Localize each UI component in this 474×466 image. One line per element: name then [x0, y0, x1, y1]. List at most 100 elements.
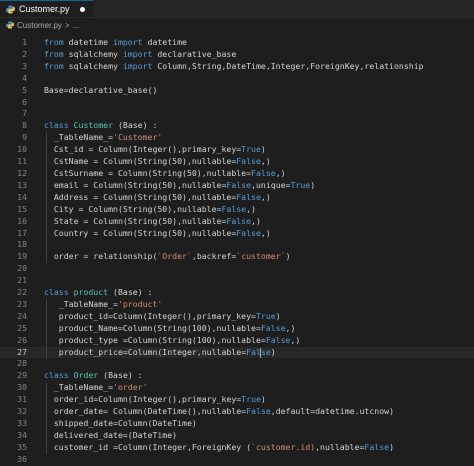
code-line[interactable]: 32 order_date= Column(DateTime(),nullabl…	[0, 406, 474, 418]
line-number: 10	[17, 144, 27, 155]
code-line[interactable]: 18	[0, 239, 474, 251]
line-number: 18	[17, 239, 27, 250]
code-line[interactable]: 20	[0, 263, 474, 275]
keyword-token: from	[44, 37, 64, 47]
line-number: 15	[17, 203, 27, 214]
line-number: 25	[17, 322, 27, 333]
code-line[interactable]: 2 from sqlalchemy import declarative_base	[0, 49, 474, 61]
keyword-token: from	[44, 48, 64, 59]
class-name-token: Order	[73, 370, 99, 381]
code-line[interactable]: 24 product_id=Column(Integer(),primary_k…	[0, 311, 474, 323]
code-line[interactable]: 30 _TableName_='order'	[0, 382, 474, 394]
line-number: 13	[17, 179, 27, 190]
line-number: 27	[17, 346, 27, 357]
code-token: ,default=datetime.utcnow)	[270, 406, 394, 417]
code-line[interactable]: 7	[0, 108, 474, 120]
code-text: product_price=Column(Integer,nullable= Fa…	[44, 347, 276, 359]
string-token: 'order'	[113, 382, 148, 393]
keyword-token: False	[236, 156, 261, 167]
code-line[interactable]: 25 product_Name=Column(String(100),nulla…	[0, 323, 474, 335]
code-line[interactable]: 21	[0, 275, 474, 287]
tab-customer-py[interactable]: Customer.py	[0, 0, 93, 17]
code-token: (Base) :	[98, 370, 143, 381]
line-number: 12	[17, 167, 27, 178]
code-line[interactable]: 36	[0, 454, 474, 466]
code-token: ,)	[246, 203, 256, 214]
keyword-token: from	[44, 60, 64, 71]
code-line[interactable]: 16 State = Column(String(50),nullable= Fa…	[0, 216, 474, 228]
code-text: class product (Base) :	[44, 287, 152, 299]
line-number: 30	[17, 382, 27, 393]
code-line[interactable]: 35 customer_id =Column(Integer,ForeignKe…	[0, 442, 474, 454]
breadcrumb-more[interactable]: ...	[73, 21, 80, 30]
code-line[interactable]: 9 _TableName_= 'Customer'	[0, 132, 474, 144]
line-number: 32	[17, 406, 27, 417]
code-line[interactable]: 27 product_price=Column(Integer,nullable…	[0, 346, 474, 359]
code-line[interactable]: 1 from datetime import datetime	[0, 37, 474, 49]
code-text: class Customer (Base) :	[44, 120, 157, 132]
tab-bar: Customer.py	[0, 0, 474, 18]
code-text: from sqlalchemy import declarative_base	[44, 49, 236, 61]
breadcrumb-separator: >	[64, 20, 70, 30]
code-line[interactable]: 5 Base=declarative_base()	[0, 85, 474, 97]
line-number: 19	[17, 251, 27, 262]
code-line[interactable]: 8 class Customer (Base) :	[0, 120, 474, 132]
keyword-token: import	[113, 37, 143, 47]
line-number: 34	[17, 429, 27, 440]
code-text: order_date= Column(DateTime(),nullable= F…	[44, 406, 394, 418]
code-text: _TableName_='order'	[44, 382, 148, 394]
code-token: )	[285, 251, 291, 262]
line-number: 1	[22, 37, 27, 47]
code-text: product_type =Column(String(100),nullabl…	[44, 334, 301, 347]
code-token: product_Name=Column(String(100),nullable…	[44, 322, 261, 333]
code-line[interactable]: 28	[0, 358, 474, 370]
code-line[interactable]: 31 order_id=Column(Integer(),primary_key…	[0, 394, 474, 406]
code-text: shipped_date=Column(DateTime)	[44, 418, 197, 430]
line-number: 8	[22, 120, 27, 131]
keyword-token: False	[364, 441, 390, 452]
code-line[interactable]: 34 delivered_date=(DateTime)	[0, 430, 474, 442]
code-line[interactable]: 11 CstName = Column(String(50),nullable=…	[0, 156, 474, 168]
indent-guide	[46, 382, 47, 455]
code-token: product_type =Column(String(100),nullabl…	[44, 334, 266, 345]
code-line[interactable]: 23 _TableName_='product'	[0, 299, 474, 311]
indent-guide	[46, 299, 47, 359]
code-line[interactable]: 3 from sqlalchemy import Column,String,Da…	[0, 61, 474, 73]
code-editor[interactable]: 1 from datetime import datetime 2 from sqla…	[0, 32, 474, 466]
code-line[interactable]: 6	[0, 97, 474, 109]
line-number: 24	[17, 310, 27, 321]
breadcrumb-file[interactable]: Customer.py	[17, 21, 62, 30]
code-line[interactable]: 19 order = relationship(`Order` ,backref=…	[0, 251, 474, 263]
indent-guide	[46, 132, 47, 264]
code-line[interactable]: 15 City = Column(String(50),nullable= Fal…	[0, 204, 474, 216]
code-token: _TableName_=	[44, 382, 114, 393]
code-line[interactable]: 26 product_type =Column(String(100),null…	[0, 335, 474, 347]
unsaved-dot-icon[interactable]	[79, 6, 85, 12]
code-line[interactable]: 17 Country = Column(String(50),nullable=…	[0, 228, 474, 240]
code-token: product_id=Column(Integer(),primary_key=	[44, 310, 256, 321]
string-token: `customer`	[236, 251, 286, 262]
code-text: delivered_date=(DateTime)	[44, 430, 177, 442]
text-cursor	[260, 347, 261, 358]
line-number: 17	[17, 227, 27, 238]
line-number: 11	[17, 156, 27, 167]
code-line[interactable]: 33 shipped_date=Column(DateTime)	[0, 418, 474, 430]
line-number: 20	[17, 263, 27, 274]
line-number: 3	[22, 60, 27, 71]
code-line[interactable]: 4	[0, 73, 474, 85]
code-line[interactable]: 10 Cst_id = Column(Integer(),primary_key…	[0, 144, 474, 156]
code-token: City = Column(String(50),nullable=	[44, 203, 222, 214]
code-token: Cst_id = Column(Integer(),primary_key=	[44, 144, 242, 155]
code-line[interactable]: 14 Address = Column(String(50),nullable=…	[0, 192, 474, 204]
code-line[interactable]: 29 class Order (Base) :	[0, 370, 474, 382]
code-line[interactable]: 13 email = Column(String(50),nullable= Fa…	[0, 180, 474, 192]
code-text: class Order (Base) :	[44, 370, 143, 382]
string-token: `Order`	[157, 251, 192, 262]
code-token: )	[260, 144, 266, 155]
code-token: ,)	[285, 322, 296, 333]
code-line[interactable]: 22 class product (Base) :	[0, 287, 474, 299]
class-name-token: product	[73, 287, 109, 298]
code-token: ,backref=	[191, 251, 237, 262]
keyword-token: False	[236, 227, 261, 238]
code-line[interactable]: 12 CstSurname = Column(String(50),nullab…	[0, 168, 474, 180]
